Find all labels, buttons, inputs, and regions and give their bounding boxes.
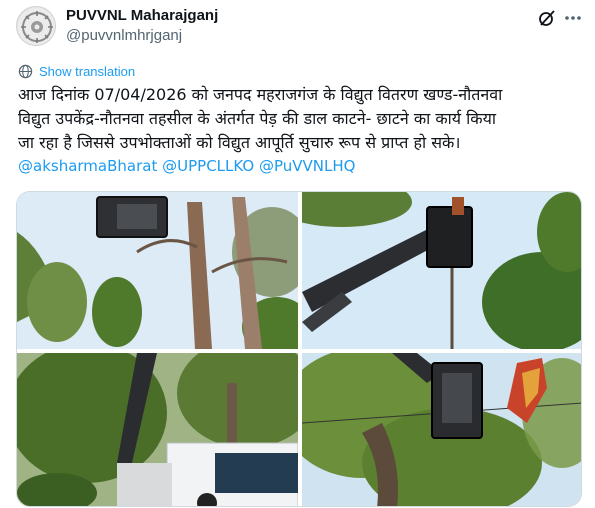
show-translation-link[interactable]: Show translation xyxy=(18,62,135,80)
more-horizontal-icon[interactable] xyxy=(563,8,583,28)
globe-icon xyxy=(18,64,33,78)
tweet-line: आज दिनांक 07/04/2026 को जनपद महराजगंज के… xyxy=(18,85,503,104)
photo-3[interactable] xyxy=(17,353,298,506)
avatar[interactable] xyxy=(16,6,56,46)
display-name[interactable]: PUVVNL Maharajganj xyxy=(66,7,218,24)
account-handle[interactable]: @puvvnlmhrjganj xyxy=(66,27,182,44)
tweet-header: PUVVNL Maharajganj @puvvnlmhrjganj xyxy=(16,6,581,46)
tweet-text: आज दिनांक 07/04/2026 को जनपद महराजगंज के… xyxy=(18,83,580,155)
photo-4[interactable] xyxy=(302,353,581,506)
tweet-line: विद्युत उपकेंद्र-नौतनवा तहसील के अंतर्गत… xyxy=(18,109,497,128)
show-translation-label: Show translation xyxy=(39,63,136,79)
mention-link[interactable]: @UPPCLLKO xyxy=(162,157,254,175)
mentions: @aksharmaBharat @UPPCLLKO @PuVVNLHQ xyxy=(18,155,355,177)
photo-2[interactable] xyxy=(302,192,581,349)
mention-link[interactable]: @aksharmaBharat xyxy=(18,157,157,175)
tweet-line: जा रहा है जिससे उपभोक्ताओं को विद्युत आप… xyxy=(18,133,461,152)
mention-link[interactable]: @PuVVNLHQ xyxy=(259,157,355,175)
photo-1[interactable] xyxy=(17,192,298,349)
emblem-logo xyxy=(18,8,55,45)
grok-icon[interactable] xyxy=(537,8,557,28)
media-grid xyxy=(16,191,582,507)
